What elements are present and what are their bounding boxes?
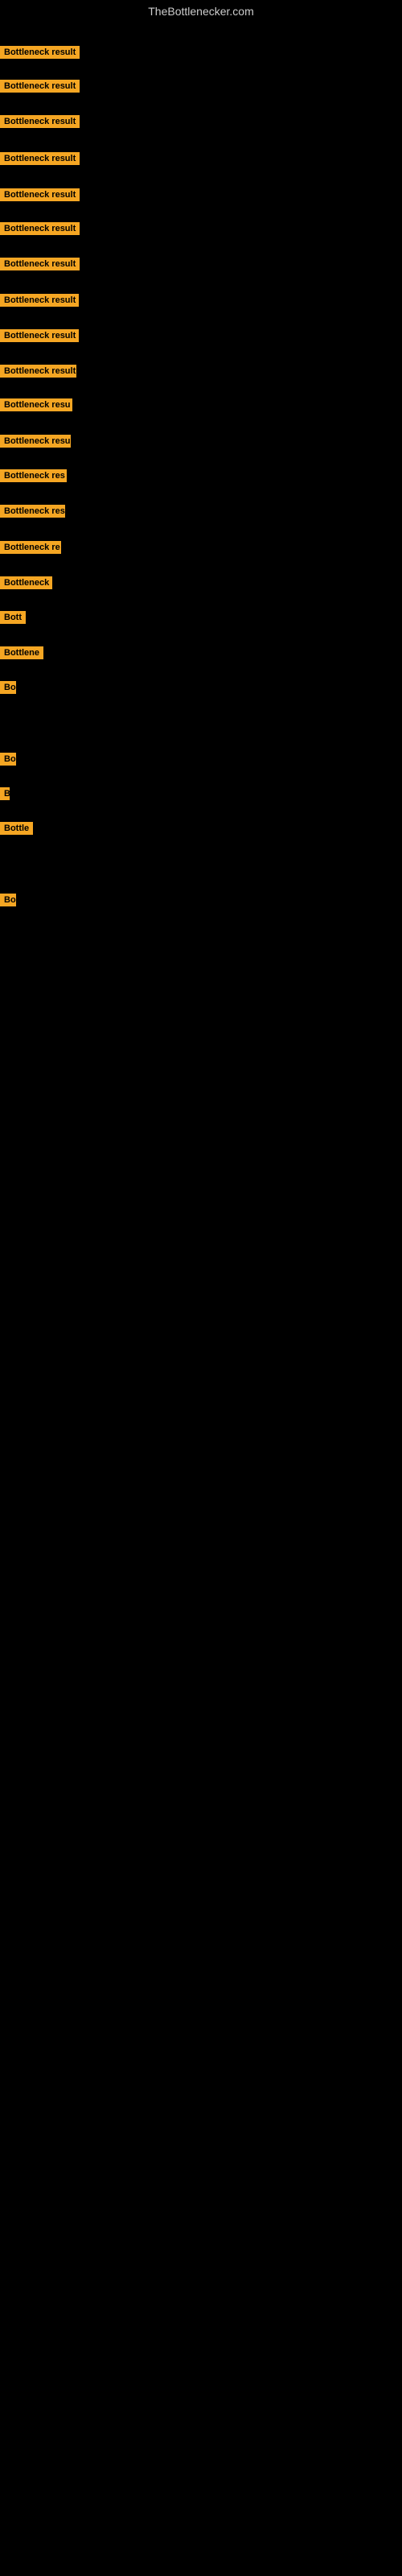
bottleneck-badge: Bottleneck result [0, 258, 80, 270]
bottleneck-badge: Bottleneck result [0, 188, 80, 201]
bottleneck-badge: Bottleneck result [0, 294, 79, 307]
bottleneck-badge-row: Bottle [0, 822, 33, 839]
bottleneck-badge-row: Bottleneck result [0, 80, 80, 97]
bottleneck-badge: Bottlene [0, 646, 43, 659]
bottleneck-badge: Bott [0, 611, 26, 624]
bottleneck-badge: Bottleneck re [0, 541, 61, 554]
bottleneck-badge-row: Bottleneck result [0, 46, 80, 63]
bottleneck-badge-row: Bott [0, 611, 26, 628]
bottleneck-badge: Bo [0, 894, 16, 906]
bottleneck-badge-row: Bottleneck res [0, 505, 65, 522]
bottleneck-badge-row: Bo [0, 753, 16, 770]
bottleneck-badge: Bottleneck res [0, 505, 65, 518]
bottleneck-badge: Bottleneck result [0, 115, 80, 128]
bottleneck-badge-row: Bo [0, 894, 16, 910]
bottleneck-badge: Bottleneck result [0, 329, 79, 342]
bottleneck-badge: Bottleneck resu [0, 435, 71, 448]
bottleneck-badge: Bottleneck res [0, 469, 67, 482]
bottleneck-badge-row: Bo [0, 681, 16, 698]
bottleneck-badge-row: Bottleneck result [0, 115, 80, 132]
bottleneck-badge-row: Bottleneck result [0, 365, 76, 382]
bottleneck-badge: Bottleneck result [0, 46, 80, 59]
site-title: TheBottlenecker.com [0, 0, 402, 23]
bottleneck-badge-row: Bottleneck [0, 576, 52, 593]
bottleneck-badge-row: Bottleneck result [0, 329, 79, 346]
bottleneck-badge: Bo [0, 753, 16, 766]
bottleneck-badge: Bottleneck result [0, 222, 80, 235]
bottleneck-badge: Bottleneck result [0, 152, 80, 165]
bottleneck-badge-row: Bottleneck result [0, 222, 80, 239]
bottleneck-badge: Bottleneck resu [0, 398, 72, 411]
bottleneck-badge-row: Bottleneck res [0, 469, 67, 486]
bottleneck-badge-row: Bottleneck resu [0, 435, 71, 452]
bottleneck-badge: Bo [0, 681, 16, 694]
bottleneck-badge-row: Bottleneck re [0, 541, 61, 558]
bottleneck-badge-row: Bottleneck resu [0, 398, 72, 415]
bottleneck-badge: B [0, 787, 10, 800]
bottleneck-badge-row: Bottleneck result [0, 258, 80, 275]
bottleneck-badge: Bottleneck [0, 576, 52, 589]
bottleneck-badge-row: Bottleneck result [0, 294, 79, 311]
bottleneck-badge: Bottle [0, 822, 33, 835]
bottleneck-badge: Bottleneck result [0, 365, 76, 378]
bottleneck-badge-row: Bottleneck result [0, 188, 80, 205]
bottleneck-badge-row: Bottleneck result [0, 152, 80, 169]
bottleneck-badge: Bottleneck result [0, 80, 80, 93]
bottleneck-badge-row: B [0, 787, 10, 804]
bottleneck-badge-row: Bottlene [0, 646, 43, 663]
